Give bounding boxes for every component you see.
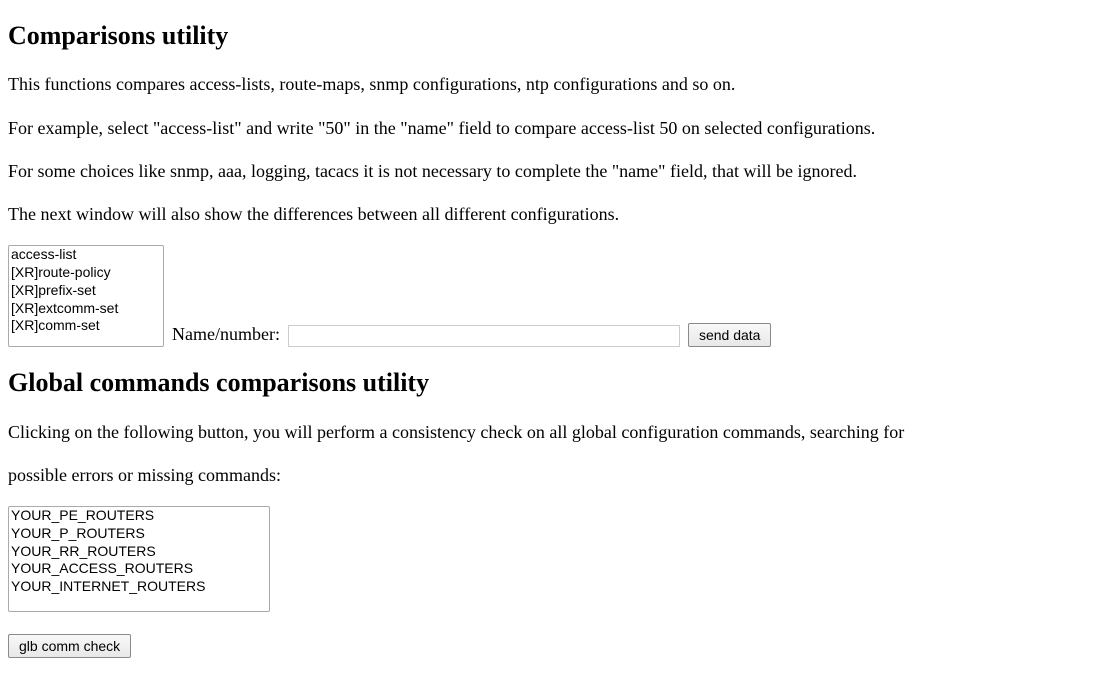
router-group-select[interactable]: YOUR_PE_ROUTERS YOUR_P_ROUTERS YOUR_RR_R… (8, 506, 270, 612)
section2-p2: possible errors or missing commands: (8, 463, 1092, 488)
comparison-form-row: access-list [XR]route-policy [XR]prefix-… (8, 245, 1092, 347)
router-option[interactable]: YOUR_P_ROUTERS (9, 525, 269, 543)
router-option[interactable]: YOUR_PE_ROUTERS (9, 507, 269, 525)
glb-comm-check-button[interactable]: glb comm check (8, 634, 131, 658)
glb-button-row: glb comm check (8, 633, 1092, 658)
router-select-row: YOUR_PE_ROUTERS YOUR_P_ROUTERS YOUR_RR_R… (8, 506, 1092, 615)
config-option[interactable]: [XR]comm-set (9, 317, 163, 335)
config-type-select[interactable]: access-list [XR]route-policy [XR]prefix-… (8, 245, 164, 347)
section1-p4: The next window will also show the diffe… (8, 202, 1092, 227)
config-option[interactable]: [XR]prefix-set (9, 282, 163, 300)
router-option[interactable]: YOUR_INTERNET_ROUTERS (9, 578, 269, 596)
config-option[interactable]: [XR]route-policy (9, 264, 163, 282)
name-number-label: Name/number: (172, 322, 280, 347)
config-option[interactable]: access-list (9, 246, 163, 264)
config-option[interactable]: [XR]extcomm-set (9, 300, 163, 318)
router-option[interactable]: YOUR_RR_ROUTERS (9, 543, 269, 561)
section1-p1: This functions compares access-lists, ro… (8, 72, 1092, 97)
section2-title: Global commands comparisons utility (8, 365, 1092, 401)
section1-p3: For some choices like snmp, aaa, logging… (8, 159, 1092, 184)
name-number-input[interactable] (288, 325, 680, 347)
router-option[interactable]: YOUR_ACCESS_ROUTERS (9, 560, 269, 578)
send-data-button[interactable]: send data (688, 323, 772, 347)
section1-p2: For example, select "access-list" and wr… (8, 116, 1092, 141)
section2-p1: Clicking on the following button, you wi… (8, 420, 1092, 445)
section1-title: Comparisons utility (8, 18, 1092, 54)
